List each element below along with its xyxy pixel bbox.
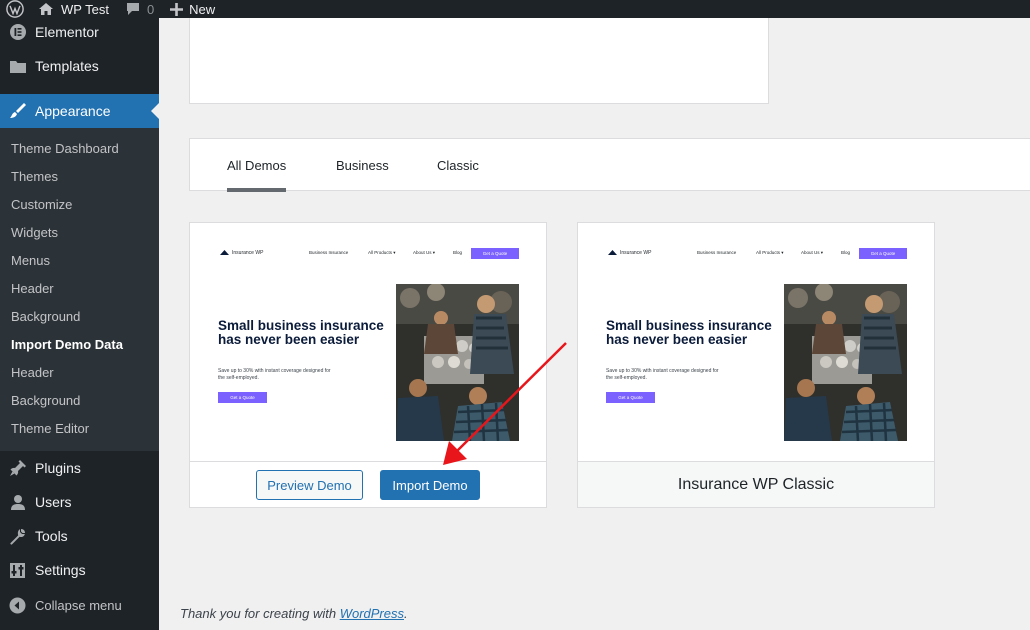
- wrench-icon: [0, 528, 35, 545]
- tab-all-demos[interactable]: All Demos: [227, 139, 287, 192]
- brush-icon: [0, 102, 35, 120]
- wordpress-link[interactable]: WordPress: [340, 606, 404, 621]
- demo-card-classic[interactable]: Insurance WP Business Insurance All Prod…: [577, 222, 935, 508]
- appearance-submenu: Theme Dashboard Themes Customize Widgets…: [0, 128, 159, 451]
- submenu-item-header[interactable]: Header: [11, 279, 54, 299]
- demo-nav-item: Blog: [841, 250, 851, 255]
- admin-sidebar: Elementor Templates Appearance Theme Das…: [0, 18, 159, 630]
- menu-item-elementor[interactable]: Elementor: [0, 15, 159, 49]
- settings-icon: [0, 562, 35, 579]
- elementor-icon: [0, 23, 35, 41]
- demo-nav-item: About Us ▾: [801, 250, 824, 255]
- footer-thanks-suffix: .: [404, 606, 408, 621]
- collapse-menu-button[interactable]: Collapse menu: [0, 593, 159, 617]
- menu-label: Tools: [35, 528, 68, 544]
- demo-logo-text: Insurance WP: [232, 250, 264, 256]
- folder-icon: [0, 59, 35, 74]
- submenu-item-background-2[interactable]: Background: [11, 391, 80, 411]
- demo-hero-button: Get a Quote: [606, 392, 655, 403]
- new-label: New: [189, 1, 216, 17]
- preview-demo-button[interactable]: Preview Demo: [256, 470, 363, 500]
- menu-label: Appearance: [35, 103, 111, 119]
- demo-nav-item: Blog: [453, 250, 463, 255]
- menu-item-appearance[interactable]: Appearance: [0, 94, 159, 128]
- submenu-item-theme-editor[interactable]: Theme Editor: [11, 419, 89, 439]
- demo-headline: Small business insurance has never been …: [606, 318, 772, 347]
- umbrella-icon: [220, 250, 229, 255]
- demo-subtext: Save up to 30% with instant coverage des…: [606, 368, 719, 381]
- menu-label: Elementor: [35, 24, 99, 40]
- submenu-item-widgets[interactable]: Widgets: [11, 223, 58, 243]
- menu-item-tools[interactable]: Tools: [0, 519, 159, 553]
- comment-icon: [126, 3, 139, 15]
- menu-label: Plugins: [35, 460, 81, 476]
- demo-card-actions: Preview Demo Import Demo: [190, 461, 546, 507]
- menu-item-plugins[interactable]: Plugins: [0, 451, 159, 485]
- demo-hero-button: Get a Quote: [218, 392, 267, 403]
- footer-thanks-text: Thank you for creating with: [180, 606, 340, 621]
- submenu-item-import-demo-data[interactable]: Import Demo Data: [11, 335, 123, 355]
- menu-item-settings[interactable]: Settings: [0, 553, 159, 587]
- tab-classic[interactable]: Classic: [437, 139, 479, 191]
- demo-logo-text: Insurance WP: [620, 250, 652, 256]
- demo-thumbnail: Insurance WP Business Insurance All Prod…: [578, 223, 934, 461]
- top-panel: [189, 18, 769, 104]
- demo-cta: Get a Quote: [859, 248, 907, 259]
- menu-item-users[interactable]: Users: [0, 485, 159, 519]
- user-icon: [0, 494, 35, 511]
- menu-label: Templates: [35, 58, 99, 74]
- new-content-link[interactable]: New: [162, 0, 223, 18]
- coffee-shop-photo: [396, 284, 519, 441]
- menu-label: Users: [35, 494, 72, 510]
- demo-filter-tabs: All Demos Business Classic: [189, 138, 1030, 192]
- plus-icon: [170, 2, 184, 16]
- collapse-icon: [0, 597, 35, 614]
- umbrella-icon: [608, 250, 617, 255]
- demo-nav-item: About Us ▾: [413, 250, 436, 255]
- menu-item-templates[interactable]: Templates: [0, 49, 159, 83]
- footer-thanks: Thank you for creating with WordPress.: [180, 606, 408, 621]
- demo-thumbnail: Insurance WP Business Insurance All Prod…: [190, 223, 546, 461]
- plugin-icon: [0, 459, 35, 477]
- coffee-shop-photo: [784, 284, 907, 441]
- active-indicator: [151, 103, 159, 119]
- menu-label: Settings: [35, 562, 86, 578]
- demo-subtext: Save up to 30% with instant coverage des…: [218, 368, 331, 381]
- submenu-item-menus[interactable]: Menus: [11, 251, 50, 271]
- import-demo-button[interactable]: Import Demo: [380, 470, 480, 500]
- demo-cta: Get a Quote: [471, 248, 519, 259]
- demo-logo: Insurance WP: [220, 250, 263, 256]
- submenu-item-themes[interactable]: Themes: [11, 167, 58, 187]
- demo-headline: Small business insurance has never been …: [218, 318, 384, 347]
- demo-card-footer: Insurance WP Classic: [578, 461, 934, 507]
- demo-name: Insurance WP Classic: [677, 476, 835, 493]
- demo-logo: Insurance WP: [608, 250, 651, 256]
- home-icon: [39, 3, 53, 15]
- demo-card: Insurance WP Business Insurance All Prod…: [189, 222, 547, 508]
- submenu-item-header-2[interactable]: Header: [11, 363, 54, 383]
- demo-nav-item: Business Insurance: [697, 250, 737, 255]
- collapse-label: Collapse menu: [35, 597, 122, 613]
- demo-nav-item: All Products ▾: [756, 250, 784, 255]
- submenu-item-customize[interactable]: Customize: [11, 195, 72, 215]
- demo-nav-item: Business Insurance: [309, 250, 349, 255]
- submenu-item-theme-dashboard[interactable]: Theme Dashboard: [11, 139, 119, 159]
- tab-business[interactable]: Business: [336, 139, 389, 191]
- demo-nav-item: All Products ▾: [368, 250, 396, 255]
- submenu-item-background[interactable]: Background: [11, 307, 80, 327]
